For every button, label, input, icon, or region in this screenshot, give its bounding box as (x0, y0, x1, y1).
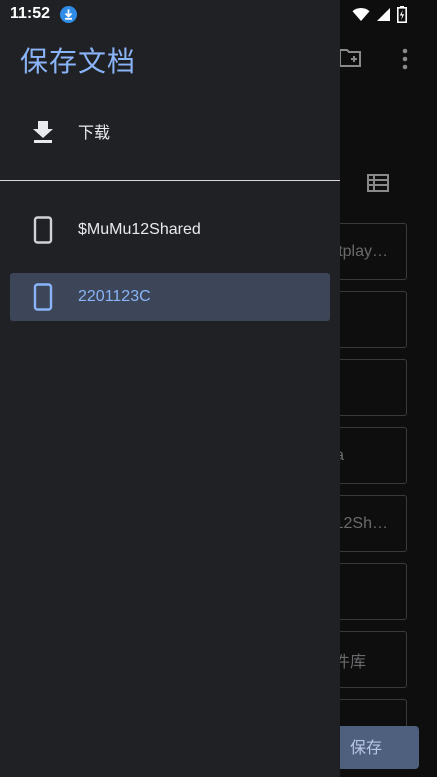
status-bar: 11:52 (0, 0, 437, 30)
battery-charging-icon (397, 6, 407, 27)
drawer-item-device[interactable]: 2201123C (10, 273, 330, 321)
list-view-icon[interactable] (367, 174, 389, 196)
save-button[interactable]: 保存 (330, 726, 419, 769)
list-item-label: 12Sh… (334, 514, 388, 532)
download-icon (32, 117, 54, 145)
screen: otplay… a 12Sh… 件库 保存 11:52 (0, 0, 437, 777)
drawer-item-mumu-shared[interactable]: $MuMu12Shared (10, 206, 330, 254)
status-icons (352, 6, 407, 27)
drawer-item-label: 2201123C (78, 288, 151, 305)
download-notification-icon (60, 6, 77, 23)
phone-icon (32, 283, 54, 311)
drawer-item-label: 下载 (78, 125, 111, 142)
drawer-item-label: $MuMu12Shared (78, 221, 201, 238)
new-folder-icon[interactable] (338, 48, 362, 72)
drawer-item-downloads[interactable]: 下载 (10, 107, 330, 155)
more-vert-icon[interactable] (402, 48, 408, 74)
signal-icon (376, 7, 391, 26)
navigation-drawer: 保存文档 下载 $MuMu12Shared 2201123C (0, 0, 340, 777)
divider (0, 180, 340, 181)
drawer-title: 保存文档 (20, 45, 137, 78)
wifi-icon (352, 7, 370, 26)
phone-icon (32, 216, 54, 244)
status-time: 11:52 (10, 5, 51, 22)
